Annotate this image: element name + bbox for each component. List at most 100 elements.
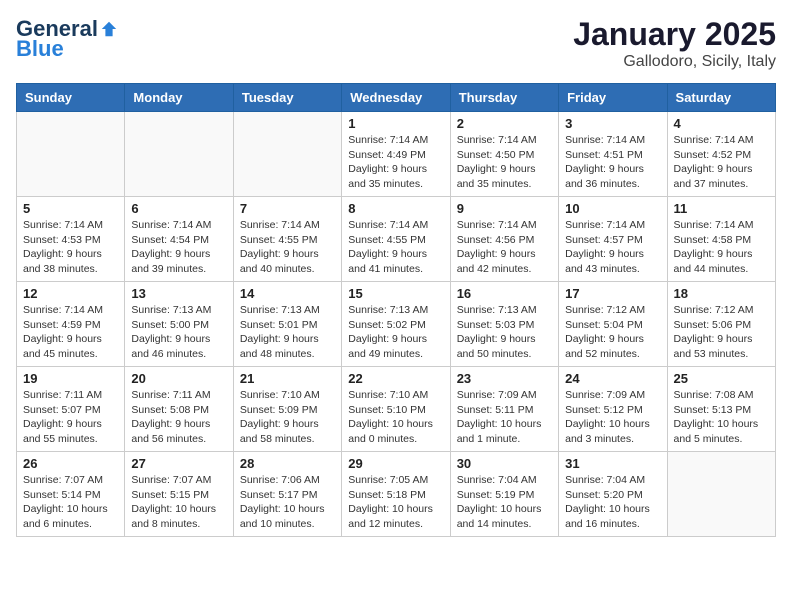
cell-content: Sunrise: 7:04 AM Sunset: 5:20 PM Dayligh… — [565, 473, 660, 532]
cell-content: Sunrise: 7:14 AM Sunset: 4:53 PM Dayligh… — [23, 218, 118, 277]
day-number: 25 — [674, 371, 769, 386]
cell-content: Sunrise: 7:10 AM Sunset: 5:09 PM Dayligh… — [240, 388, 335, 447]
cell-content: Sunrise: 7:10 AM Sunset: 5:10 PM Dayligh… — [348, 388, 443, 447]
week-row-4: 19 Sunrise: 7:11 AM Sunset: 5:07 PM Dayli… — [17, 367, 776, 452]
day-number: 8 — [348, 201, 443, 216]
cell-content: Sunrise: 7:14 AM Sunset: 4:51 PM Dayligh… — [565, 133, 660, 192]
cell-content: Sunrise: 7:13 AM Sunset: 5:00 PM Dayligh… — [131, 303, 226, 362]
day-number: 19 — [23, 371, 118, 386]
calendar-cell — [17, 112, 125, 197]
month-title: January 2025 — [573, 16, 776, 53]
cell-content: Sunrise: 7:04 AM Sunset: 5:19 PM Dayligh… — [457, 473, 552, 532]
cell-content: Sunrise: 7:14 AM Sunset: 4:58 PM Dayligh… — [674, 218, 769, 277]
calendar-cell: 29 Sunrise: 7:05 AM Sunset: 5:18 PM Dayli… — [342, 452, 450, 537]
day-number: 28 — [240, 456, 335, 471]
logo-blue: Blue — [16, 36, 64, 62]
day-number: 2 — [457, 116, 552, 131]
cell-content: Sunrise: 7:13 AM Sunset: 5:01 PM Dayligh… — [240, 303, 335, 362]
cell-content: Sunrise: 7:14 AM Sunset: 4:50 PM Dayligh… — [457, 133, 552, 192]
cell-content: Sunrise: 7:09 AM Sunset: 5:12 PM Dayligh… — [565, 388, 660, 447]
calendar-cell: 10 Sunrise: 7:14 AM Sunset: 4:57 PM Dayli… — [559, 197, 667, 282]
calendar-cell — [125, 112, 233, 197]
day-number: 21 — [240, 371, 335, 386]
day-number: 5 — [23, 201, 118, 216]
day-number: 3 — [565, 116, 660, 131]
cell-content: Sunrise: 7:14 AM Sunset: 4:54 PM Dayligh… — [131, 218, 226, 277]
day-number: 22 — [348, 371, 443, 386]
day-number: 18 — [674, 286, 769, 301]
cell-content: Sunrise: 7:12 AM Sunset: 5:04 PM Dayligh… — [565, 303, 660, 362]
calendar-cell: 21 Sunrise: 7:10 AM Sunset: 5:09 PM Dayli… — [233, 367, 341, 452]
cell-content: Sunrise: 7:08 AM Sunset: 5:13 PM Dayligh… — [674, 388, 769, 447]
day-number: 14 — [240, 286, 335, 301]
cell-content: Sunrise: 7:14 AM Sunset: 4:49 PM Dayligh… — [348, 133, 443, 192]
week-row-3: 12 Sunrise: 7:14 AM Sunset: 4:59 PM Dayli… — [17, 282, 776, 367]
calendar-cell: 27 Sunrise: 7:07 AM Sunset: 5:15 PM Dayli… — [125, 452, 233, 537]
day-number: 20 — [131, 371, 226, 386]
title-section: January 2025 Gallodoro, Sicily, Italy — [573, 16, 776, 71]
calendar-cell: 19 Sunrise: 7:11 AM Sunset: 5:07 PM Dayli… — [17, 367, 125, 452]
weekday-header-row: SundayMondayTuesdayWednesdayThursdayFrid… — [17, 84, 776, 112]
calendar-cell: 25 Sunrise: 7:08 AM Sunset: 5:13 PM Dayli… — [667, 367, 775, 452]
cell-content: Sunrise: 7:11 AM Sunset: 5:08 PM Dayligh… — [131, 388, 226, 447]
cell-content: Sunrise: 7:09 AM Sunset: 5:11 PM Dayligh… — [457, 388, 552, 447]
day-number: 12 — [23, 286, 118, 301]
weekday-header-sunday: Sunday — [17, 84, 125, 112]
day-number: 7 — [240, 201, 335, 216]
calendar-cell — [233, 112, 341, 197]
cell-content: Sunrise: 7:14 AM Sunset: 4:52 PM Dayligh… — [674, 133, 769, 192]
calendar-cell: 24Sunrise: 7:09 AM Sunset: 5:12 PM Dayli… — [559, 367, 667, 452]
cell-content: Sunrise: 7:07 AM Sunset: 5:15 PM Dayligh… — [131, 473, 226, 532]
day-number: 15 — [348, 286, 443, 301]
week-row-2: 5 Sunrise: 7:14 AM Sunset: 4:53 PM Daylig… — [17, 197, 776, 282]
week-row-1: 1Sunrise: 7:14 AM Sunset: 4:49 PM Daylig… — [17, 112, 776, 197]
calendar-cell: 16Sunrise: 7:13 AM Sunset: 5:03 PM Dayli… — [450, 282, 558, 367]
calendar-cell: 26Sunrise: 7:07 AM Sunset: 5:14 PM Dayli… — [17, 452, 125, 537]
logo: General Blue — [16, 16, 118, 62]
logo-icon — [100, 20, 118, 38]
cell-content: Sunrise: 7:14 AM Sunset: 4:57 PM Dayligh… — [565, 218, 660, 277]
cell-content: Sunrise: 7:14 AM Sunset: 4:59 PM Dayligh… — [23, 303, 118, 362]
calendar-cell — [667, 452, 775, 537]
calendar-cell: 28 Sunrise: 7:06 AM Sunset: 5:17 PM Dayli… — [233, 452, 341, 537]
cell-content: Sunrise: 7:13 AM Sunset: 5:02 PM Dayligh… — [348, 303, 443, 362]
calendar-cell: 13 Sunrise: 7:13 AM Sunset: 5:00 PM Dayli… — [125, 282, 233, 367]
weekday-header-saturday: Saturday — [667, 84, 775, 112]
day-number: 30 — [457, 456, 552, 471]
week-row-5: 26Sunrise: 7:07 AM Sunset: 5:14 PM Dayli… — [17, 452, 776, 537]
page-header: General Blue January 2025 Gallodoro, Sic… — [16, 16, 776, 71]
calendar-cell: 8 Sunrise: 7:14 AM Sunset: 4:55 PM Daylig… — [342, 197, 450, 282]
day-number: 9 — [457, 201, 552, 216]
day-number: 27 — [131, 456, 226, 471]
calendar-cell: 7 Sunrise: 7:14 AM Sunset: 4:55 PM Daylig… — [233, 197, 341, 282]
cell-content: Sunrise: 7:14 AM Sunset: 4:55 PM Dayligh… — [240, 218, 335, 277]
calendar-cell: 2 Sunrise: 7:14 AM Sunset: 4:50 PM Daylig… — [450, 112, 558, 197]
day-number: 10 — [565, 201, 660, 216]
weekday-header-wednesday: Wednesday — [342, 84, 450, 112]
day-number: 13 — [131, 286, 226, 301]
calendar-cell: 15 Sunrise: 7:13 AM Sunset: 5:02 PM Dayli… — [342, 282, 450, 367]
cell-content: Sunrise: 7:06 AM Sunset: 5:17 PM Dayligh… — [240, 473, 335, 532]
day-number: 29 — [348, 456, 443, 471]
calendar-cell: 1Sunrise: 7:14 AM Sunset: 4:49 PM Daylig… — [342, 112, 450, 197]
calendar-cell: 11 Sunrise: 7:14 AM Sunset: 4:58 PM Dayli… — [667, 197, 775, 282]
cell-content: Sunrise: 7:11 AM Sunset: 5:07 PM Dayligh… — [23, 388, 118, 447]
day-number: 23 — [457, 371, 552, 386]
calendar-cell: 30 Sunrise: 7:04 AM Sunset: 5:19 PM Dayli… — [450, 452, 558, 537]
cell-content: Sunrise: 7:14 AM Sunset: 4:55 PM Dayligh… — [348, 218, 443, 277]
calendar-cell: 20 Sunrise: 7:11 AM Sunset: 5:08 PM Dayli… — [125, 367, 233, 452]
calendar-cell: 4 Sunrise: 7:14 AM Sunset: 4:52 PM Daylig… — [667, 112, 775, 197]
day-number: 4 — [674, 116, 769, 131]
day-number: 31 — [565, 456, 660, 471]
calendar-cell: 14 Sunrise: 7:13 AM Sunset: 5:01 PM Dayli… — [233, 282, 341, 367]
day-number: 26 — [23, 456, 118, 471]
location-title: Gallodoro, Sicily, Italy — [573, 53, 776, 71]
weekday-header-tuesday: Tuesday — [233, 84, 341, 112]
calendar-cell: 22 Sunrise: 7:10 AM Sunset: 5:10 PM Dayli… — [342, 367, 450, 452]
day-number: 17 — [565, 286, 660, 301]
day-number: 11 — [674, 201, 769, 216]
calendar-table: SundayMondayTuesdayWednesdayThursdayFrid… — [16, 83, 776, 537]
day-number: 16 — [457, 286, 552, 301]
day-number: 6 — [131, 201, 226, 216]
cell-content: Sunrise: 7:05 AM Sunset: 5:18 PM Dayligh… — [348, 473, 443, 532]
